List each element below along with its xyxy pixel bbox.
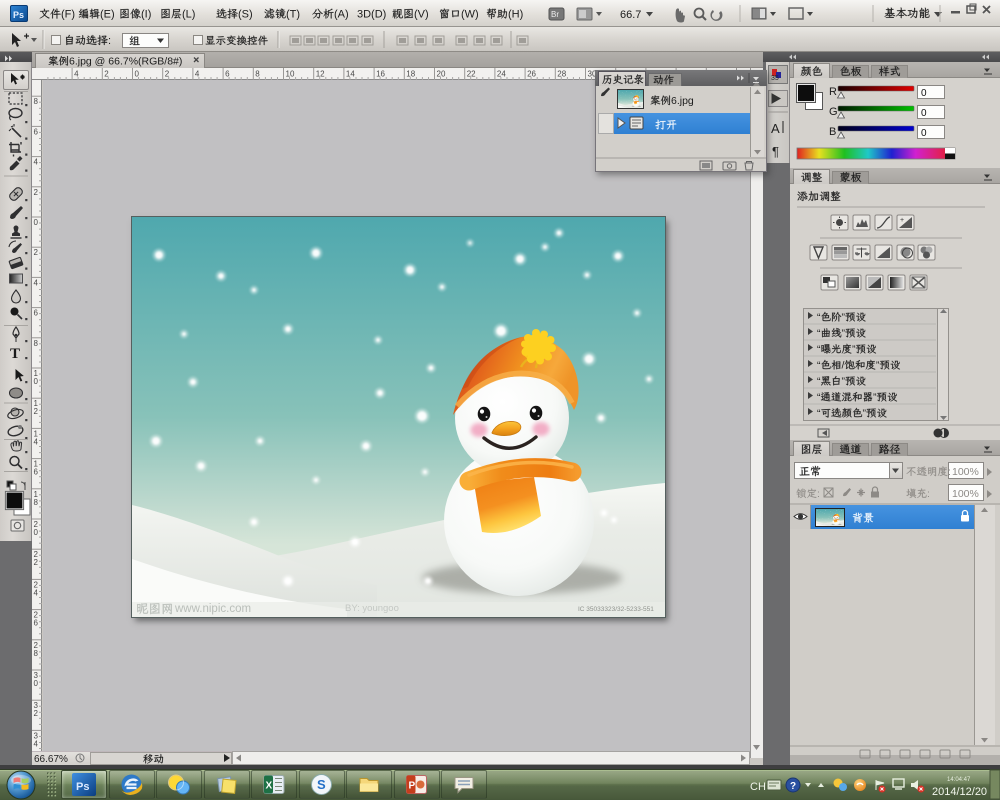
svg-text:“: “ xyxy=(817,344,821,356)
svg-text::: : xyxy=(817,488,820,500)
svg-text:100%: 100% xyxy=(952,466,979,478)
svg-text:0: 0 xyxy=(921,128,927,139)
svg-text:“: “ xyxy=(817,392,821,404)
svg-text:“: “ xyxy=(817,328,821,340)
svg-text:¶: ¶ xyxy=(772,144,779,159)
svg-text:6.jpg @ 66.7%(RGB/8#): 6.jpg @ 66.7%(RGB/8#) xyxy=(69,56,182,68)
svg-text:P: P xyxy=(409,781,416,792)
svg-text:R: R xyxy=(829,86,837,98)
svg-text:66.67%: 66.67% xyxy=(34,754,68,765)
svg-text:/: / xyxy=(842,360,845,372)
svg-text:”: ” xyxy=(852,344,856,356)
svg-text:66.7: 66.7 xyxy=(620,9,641,21)
svg-text:?: ? xyxy=(790,781,796,792)
svg-text:www.nipic.com: www.nipic.com xyxy=(174,603,251,615)
svg-text::: : xyxy=(927,488,930,500)
svg-text:(H): (H) xyxy=(508,9,523,21)
svg-text::: : xyxy=(108,35,111,47)
svg-text::: : xyxy=(948,466,951,478)
svg-text:(E): (E) xyxy=(100,9,115,21)
svg-text:“: “ xyxy=(817,376,821,388)
svg-text:3D(D): 3D(D) xyxy=(357,9,386,21)
svg-text:A: A xyxy=(771,121,780,136)
svg-text:X: X xyxy=(266,781,273,792)
svg-text:(L): (L) xyxy=(182,9,195,21)
svg-text:“: “ xyxy=(817,408,821,420)
svg-text:T: T xyxy=(10,346,20,362)
svg-text:B: B xyxy=(829,126,836,138)
svg-text:”: ” xyxy=(863,408,867,420)
svg-text:0: 0 xyxy=(921,108,927,119)
svg-text:35: 35 xyxy=(771,75,779,82)
svg-text:(A): (A) xyxy=(334,9,349,21)
svg-text:(V): (V) xyxy=(414,9,429,21)
svg-text:”: ” xyxy=(842,312,846,324)
svg-text:(I): (I) xyxy=(141,9,151,21)
svg-text:(S): (S) xyxy=(238,9,253,21)
svg-text:+: + xyxy=(900,217,904,224)
svg-text:”: ” xyxy=(876,360,880,372)
svg-text:(T): (T) xyxy=(286,9,300,21)
svg-text:14:04:47: 14:04:47 xyxy=(947,777,971,783)
svg-text:S: S xyxy=(317,777,326,792)
svg-text:CH: CH xyxy=(750,781,766,793)
svg-text:Br: Br xyxy=(551,10,559,19)
svg-text:”: ” xyxy=(873,392,877,404)
svg-text:BY: youngoo: BY: youngoo xyxy=(345,603,399,614)
svg-text:100%: 100% xyxy=(952,488,979,500)
svg-text:(W): (W) xyxy=(461,9,479,21)
svg-text:2014/12/20: 2014/12/20 xyxy=(932,786,987,798)
svg-text:(F): (F) xyxy=(61,9,75,21)
svg-text:Ps: Ps xyxy=(76,781,89,793)
svg-text:“: “ xyxy=(817,312,821,324)
svg-text:”: ” xyxy=(842,376,846,388)
svg-text:Ps: Ps xyxy=(13,10,24,20)
svg-text:”: ” xyxy=(842,328,846,340)
svg-text:6.jpg: 6.jpg xyxy=(671,95,694,107)
svg-text:0: 0 xyxy=(921,88,927,99)
svg-text:IC 35033323/32-5233-551: IC 35033323/32-5233-551 xyxy=(578,606,654,613)
svg-text:G: G xyxy=(829,106,838,118)
svg-text:“: “ xyxy=(817,360,821,372)
